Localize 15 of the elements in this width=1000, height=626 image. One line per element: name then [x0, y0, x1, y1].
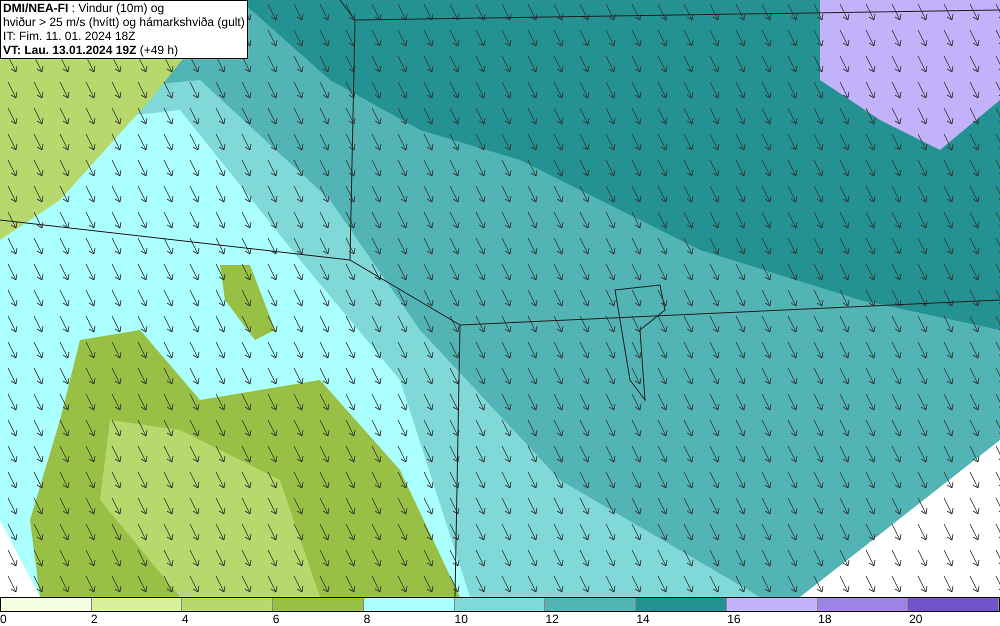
legend-label: 0 — [0, 612, 7, 626]
legend-label: 12 — [545, 612, 559, 626]
legend-label: 16 — [727, 612, 741, 626]
legend-label: 10 — [454, 612, 468, 626]
caption-line: hviður > 25 m/s (hvítt) og hámarkshviða (gult) — [3, 15, 245, 29]
caption-line: VT: Lau. 13.01.2024 19Z (+49 h) — [3, 43, 180, 57]
legend-label: 2 — [90, 612, 98, 626]
legend-label: 6 — [272, 612, 280, 626]
caption-line: IT: Fim. 11. 01. 2024 18Z — [3, 29, 137, 43]
caption-line: DMI/NEA-FI : Vindur (10m) og — [3, 1, 166, 15]
legend-label: 18 — [818, 612, 832, 626]
legend-label: 14 — [636, 612, 650, 626]
legend-label: 4 — [182, 612, 188, 626]
legend-label: 8 — [364, 612, 370, 626]
legend-label: 20 — [909, 612, 922, 626]
